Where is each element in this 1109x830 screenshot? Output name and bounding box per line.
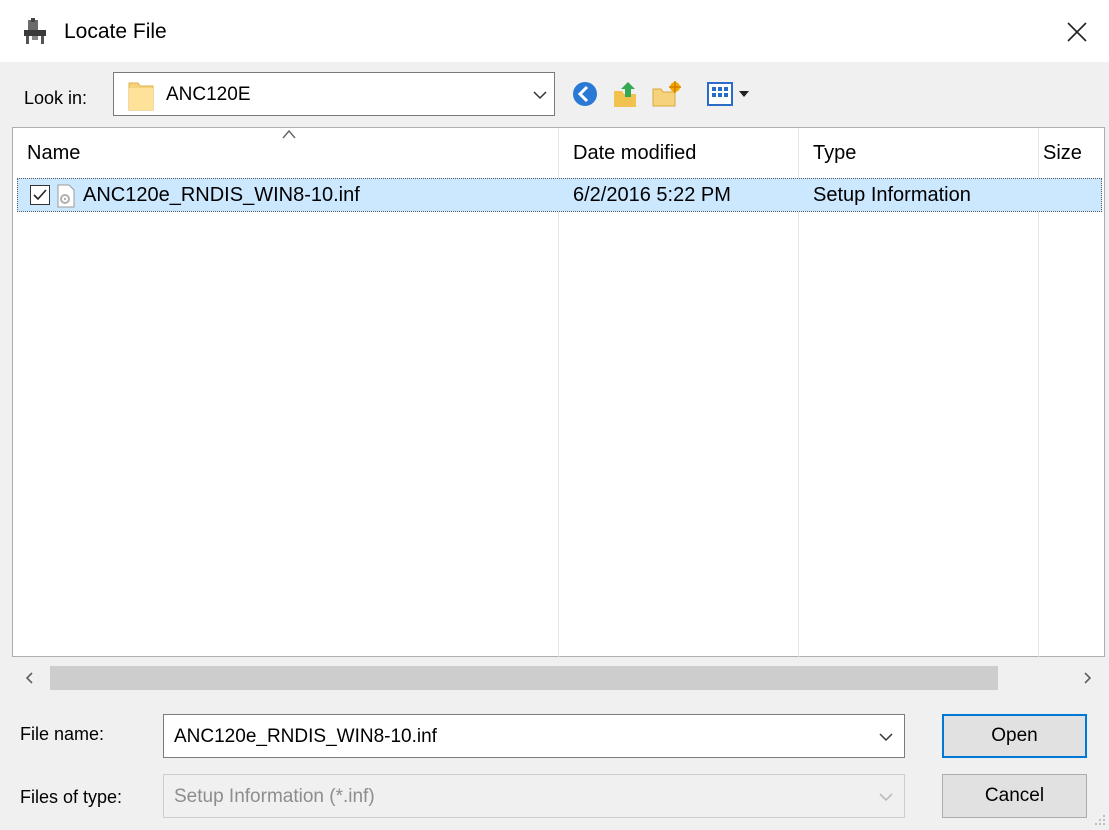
- new-folder-icon: [652, 81, 681, 107]
- look-in-dropdown[interactable]: ANC120E: [113, 72, 555, 116]
- cancel-button[interactable]: Cancel: [942, 774, 1087, 818]
- column-header-date-modified[interactable]: Date modified: [559, 128, 799, 178]
- chevron-down-icon: [533, 91, 547, 100]
- file-name-label: File name:: [20, 724, 105, 744]
- back-button[interactable]: [569, 78, 601, 110]
- look-in-value: ANC120E: [166, 84, 251, 105]
- file-row[interactable]: ANC120e_RNDIS_WIN8-10.inf 6/2/2016 5:22 …: [17, 178, 1102, 212]
- files-of-type-label: Files of type:: [20, 787, 123, 807]
- file-name-cell: ANC120e_RNDIS_WIN8-10.inf: [83, 184, 360, 206]
- file-name-value: ANC120e_RNDIS_WIN8-10.inf: [174, 726, 437, 747]
- folder-icon: [128, 82, 154, 111]
- column-header-name[interactable]: Name: [13, 128, 559, 178]
- up-folder-icon: [614, 82, 636, 107]
- scrollbar-thumb[interactable]: [50, 666, 998, 690]
- scroll-right-button[interactable]: [1071, 662, 1103, 694]
- file-name-input[interactable]: ANC120e_RNDIS_WIN8-10.inf: [163, 714, 905, 758]
- close-icon: [1067, 22, 1087, 42]
- close-button[interactable]: [1052, 10, 1102, 54]
- files-of-type-dropdown: Setup Information (*.inf): [163, 774, 905, 818]
- open-button[interactable]: Open: [942, 714, 1087, 758]
- chevron-down-icon[interactable]: [878, 729, 894, 745]
- up-one-level-button[interactable]: [609, 78, 641, 110]
- new-folder-button[interactable]: [650, 78, 682, 110]
- column-header-size[interactable]: Size: [1029, 128, 1109, 178]
- scroll-left-button[interactable]: [14, 662, 46, 694]
- back-icon: [573, 82, 597, 106]
- resize-grip-icon[interactable]: [1092, 812, 1106, 826]
- chevron-down-icon: [879, 793, 893, 802]
- look-in-label: Look in:: [24, 88, 88, 108]
- locate-file-dialog: Locate File Look in: ANC120E Name Date m…: [0, 0, 1109, 830]
- checkmark-icon: [33, 189, 47, 201]
- files-of-type-value: Setup Information (*.inf): [174, 786, 375, 807]
- view-menu-icon: [707, 82, 749, 106]
- file-list[interactable]: Name Date modified Type Size ANC120e_RND…: [12, 127, 1105, 658]
- network-adapter-icon: [24, 18, 46, 44]
- view-menu-button[interactable]: [705, 78, 757, 110]
- setup-information-file-icon: [57, 184, 75, 208]
- type-cell: Setup Information: [813, 184, 971, 206]
- window-title: Locate File: [64, 20, 167, 43]
- horizontal-scrollbar[interactable]: [14, 662, 1105, 694]
- chevron-left-icon: [25, 672, 33, 684]
- chevron-right-icon: [1084, 672, 1092, 684]
- date-modified-cell: 6/2/2016 5:22 PM: [573, 184, 731, 206]
- column-header-type[interactable]: Type: [799, 128, 1029, 178]
- row-checkbox[interactable]: [30, 185, 50, 205]
- title-bar: Locate File: [0, 0, 1109, 62]
